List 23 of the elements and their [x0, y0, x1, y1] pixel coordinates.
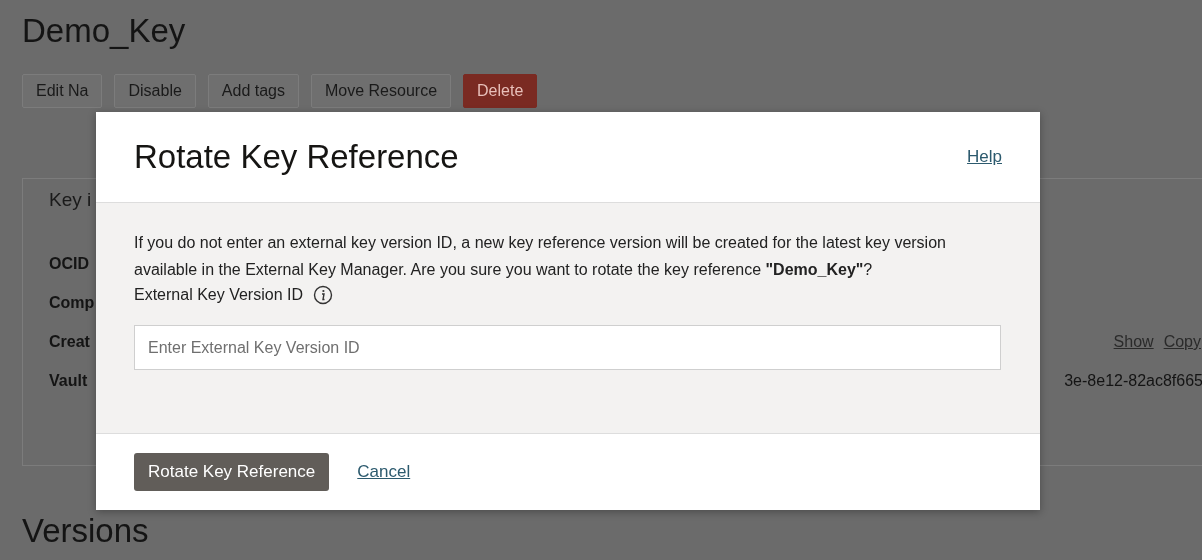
- dialog-title: Rotate Key Reference: [134, 138, 459, 176]
- action-button[interactable]: Delete: [463, 74, 538, 108]
- field-label: External Key Version ID: [134, 286, 303, 304]
- page-title: Demo_Key: [22, 12, 187, 51]
- link[interactable]: Show: [1113, 333, 1154, 352]
- field-label: OCID: [49, 255, 89, 274]
- rotate-button[interactable]: Rotate Key Reference: [134, 453, 330, 491]
- action-button[interactable]: Add tags: [207, 74, 299, 108]
- info-icon[interactable]: [312, 285, 333, 305]
- field-label: Creat: [49, 333, 90, 352]
- input-field[interactable]: Enter External Key Version ID: [134, 325, 1001, 370]
- link[interactable]: Copy: [1163, 333, 1201, 352]
- action-button[interactable]: Move Resource: [311, 74, 452, 108]
- panel-tab[interactable]: Key i: [49, 189, 92, 211]
- section-title: Versions: [22, 512, 150, 550]
- action-button[interactable]: Disable: [114, 74, 196, 108]
- action-button[interactable]: Edit Na: [22, 74, 103, 108]
- help-link[interactable]: Help: [967, 147, 1002, 167]
- field-value: 3e-8e12-82ac8f665: [1064, 372, 1202, 391]
- message-text: If you do not enter an external key version ID, a new key reference version will be created for the latest key version available in the External Key Manager. Are you sure you want to rotate the key reference "Demo_Key"?: [134, 233, 947, 280]
- field-label: Vault: [49, 372, 88, 391]
- field-label: Comp: [49, 294, 95, 313]
- cancel-link[interactable]: Cancel: [357, 462, 411, 482]
